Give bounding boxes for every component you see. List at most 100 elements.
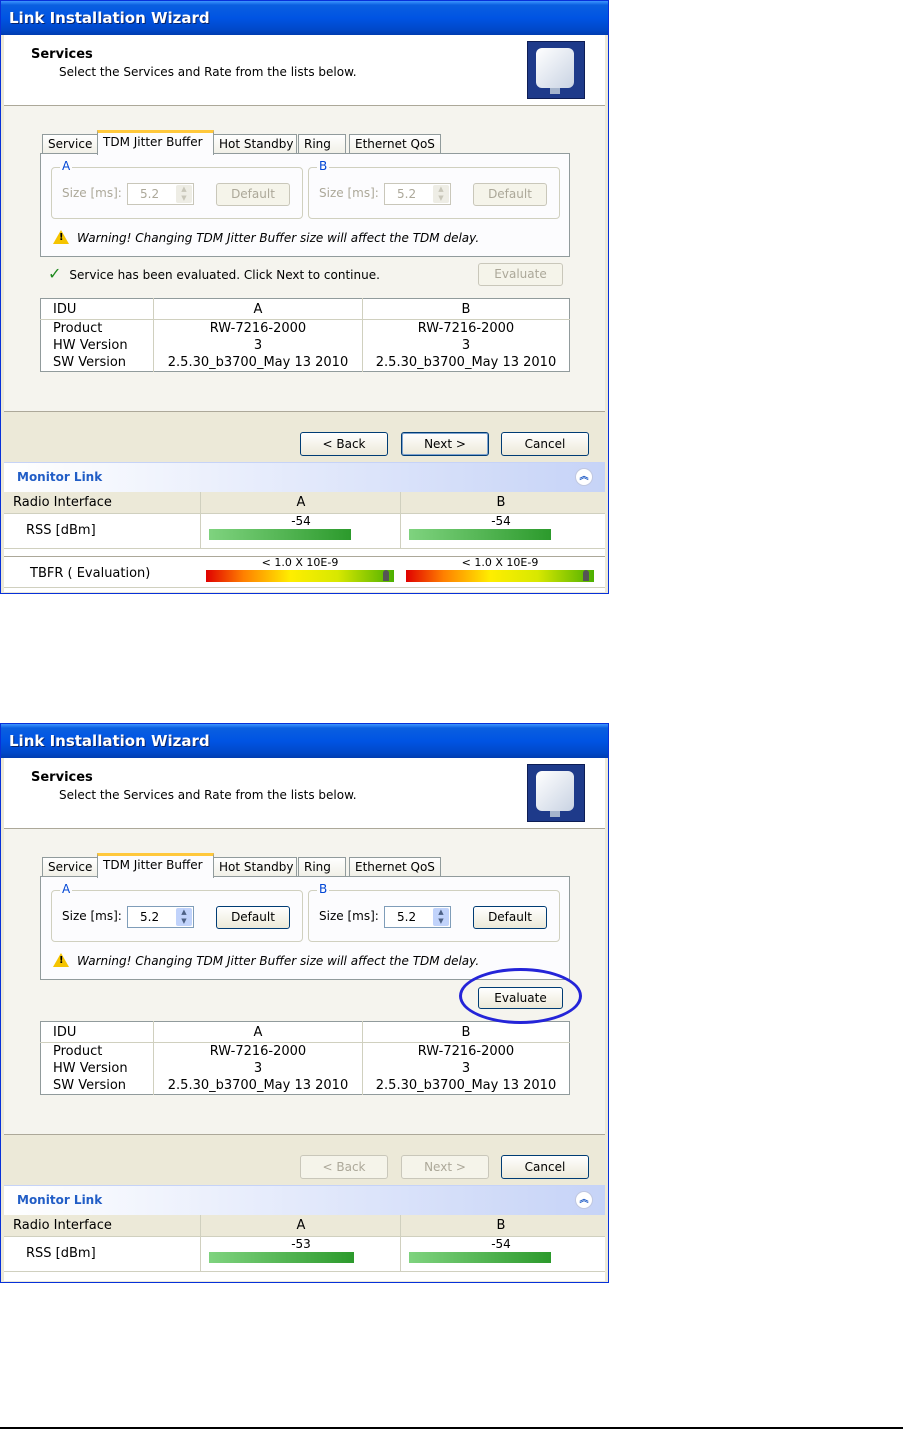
- monitor-header: B: [400, 492, 601, 513]
- next-button[interactable]: Next >: [401, 432, 489, 456]
- size-label-b: Size [ms]:: [319, 909, 379, 923]
- monitor-header: Radio Interface: [13, 1218, 112, 1233]
- monitor-header: A: [200, 492, 401, 513]
- size-value-a: 5.2: [140, 910, 160, 924]
- group-a-label: A: [60, 882, 73, 896]
- default-button-a[interactable]: Default: [216, 183, 290, 206]
- tab-ethernet-qos[interactable]: Ethernet QoS: [349, 857, 441, 877]
- monitor-link-title: Monitor Link: [17, 1193, 103, 1207]
- table-header: IDU: [40, 1021, 154, 1043]
- next-button[interactable]: Next >: [401, 1155, 489, 1179]
- title-bar[interactable]: Link Installation Wizard: [1, 1, 608, 35]
- group-b: B Size [ms]: 5.2 ▲ ▼ Default: [308, 159, 560, 219]
- back-button[interactable]: < Back: [300, 432, 388, 456]
- warning-message: ! Warning! Changing TDM Jitter Buffer siz…: [53, 953, 479, 968]
- tdm-jitter-panel: A Size [ms]: 5.2 ▲ ▼ Default B Size [ms]: …: [40, 876, 570, 980]
- table-row: SW Version 2.5.30_b3700_May 13 2010 2.5.…: [41, 1077, 570, 1095]
- tbfr-bar-a: [206, 570, 394, 582]
- warning-text: Warning! Changing TDM Jitter Buffer size…: [77, 954, 480, 968]
- size-spinner-b[interactable]: 5.2 ▲ ▼: [384, 906, 451, 928]
- spinner-arrows-icon[interactable]: ▲ ▼: [433, 908, 449, 926]
- header-subtitle: Select the Services and Rate from the li…: [59, 788, 357, 802]
- size-label-a: Size [ms]:: [62, 909, 122, 923]
- rss-bar-b: [409, 1252, 551, 1263]
- default-button-b[interactable]: Default: [473, 183, 547, 206]
- warning-text: Warning! Changing TDM Jitter Buffer size…: [77, 231, 480, 245]
- table-cell: 2.5.30_b3700_May 13 2010: [153, 354, 363, 372]
- monitor-table: Radio Interface A B RSS [dBm] -53 -54: [4, 1215, 605, 1281]
- window-title: Link Installation Wizard: [9, 9, 210, 27]
- back-button[interactable]: < Back: [300, 1155, 388, 1179]
- warning-icon: !: [53, 230, 69, 244]
- wizard-header: Services Select the Services and Rate fr…: [4, 35, 605, 106]
- tab-tdm-jitter-buffer[interactable]: TDM Jitter Buffer: [97, 853, 214, 878]
- rss-row: RSS [dBm] -54 -54: [4, 514, 605, 549]
- size-spinner-a[interactable]: 5.2 ▲ ▼: [127, 906, 194, 928]
- monitor-header: B: [400, 1215, 601, 1236]
- table-cell: 3: [153, 337, 363, 354]
- monitor-link-title: Monitor Link: [17, 470, 103, 484]
- table-header: A: [153, 1021, 363, 1043]
- collapse-icon[interactable]: ︽: [575, 468, 593, 486]
- cancel-button[interactable]: Cancel: [501, 1155, 589, 1179]
- table-header: B: [362, 1021, 570, 1043]
- table-cell: 3: [362, 1060, 570, 1077]
- table-row: SW Version 2.5.30_b3700_May 13 2010 2.5.…: [41, 354, 570, 372]
- rss-label: RSS [dBm]: [26, 1246, 96, 1261]
- window-title: Link Installation Wizard: [9, 732, 210, 750]
- tab-service[interactable]: Service: [42, 857, 98, 877]
- table-cell: 3: [153, 1060, 363, 1077]
- collapse-icon[interactable]: ︽: [575, 1191, 593, 1209]
- tbfr-row: TBFR ( Evaluation) < 1.0 X 10E-9 < 1.0 X…: [4, 556, 605, 588]
- tab-ring[interactable]: Ring: [298, 134, 346, 154]
- table-cell: SW Version: [53, 355, 127, 370]
- table-row: HW Version 3 3: [41, 337, 570, 354]
- evaluate-highlight-circle: [459, 968, 582, 1024]
- tbfr-value-b: < 1.0 X 10E-9: [461, 556, 539, 569]
- header-title: Services: [31, 770, 93, 785]
- tbfr-bar-b: [406, 570, 594, 582]
- title-bar[interactable]: Link Installation Wizard: [1, 724, 608, 758]
- monitor-header: A: [200, 1215, 401, 1236]
- wizard-navigation: < Back Next > Cancel: [4, 1135, 605, 1185]
- table-cell: RW-7216-2000: [362, 319, 570, 337]
- table-cell: RW-7216-2000: [153, 1042, 363, 1060]
- size-spinner-a[interactable]: 5.2 ▲ ▼: [127, 183, 194, 205]
- monitor-link-bar[interactable]: Monitor Link ︽: [4, 462, 605, 493]
- table-row: Product RW-7216-2000 RW-7216-2000: [41, 319, 570, 337]
- tbfr-label: TBFR ( Evaluation): [30, 566, 151, 581]
- tab-tdm-jitter-buffer[interactable]: TDM Jitter Buffer: [97, 130, 214, 155]
- tab-hot-standby[interactable]: Hot Standby: [213, 857, 297, 877]
- cancel-button[interactable]: Cancel: [501, 432, 589, 456]
- size-spinner-b[interactable]: 5.2 ▲ ▼: [384, 183, 451, 205]
- spinner-arrows-icon[interactable]: ▲ ▼: [176, 185, 192, 203]
- tab-hot-standby[interactable]: Hot Standby: [213, 134, 297, 154]
- tab-ethernet-qos[interactable]: Ethernet QoS: [349, 134, 441, 154]
- size-label-b: Size [ms]:: [319, 186, 379, 200]
- rss-cell-b: -54: [400, 1237, 601, 1271]
- table-cell: SW Version: [53, 1078, 127, 1093]
- table-cell: RW-7216-2000: [153, 319, 363, 337]
- warning-icon: !: [53, 953, 69, 967]
- spinner-arrows-icon[interactable]: ▲ ▼: [176, 908, 192, 926]
- table-cell: 2.5.30_b3700_May 13 2010: [153, 1077, 363, 1095]
- tbfr-cell-b: < 1.0 X 10E-9: [400, 556, 600, 587]
- group-b-label: B: [317, 159, 330, 173]
- table-row: Product RW-7216-2000 RW-7216-2000: [41, 1042, 570, 1060]
- table-cell: HW Version: [53, 338, 128, 353]
- default-button-a[interactable]: Default: [216, 906, 290, 929]
- services-body: Service TDM Jitter Buffer Hot Standby Ri…: [4, 106, 605, 411]
- rss-label: RSS [dBm]: [26, 523, 96, 538]
- evaluate-button[interactable]: Evaluate: [478, 263, 563, 286]
- group-a: A Size [ms]: 5.2 ▲ ▼ Default: [51, 882, 303, 942]
- size-value-b: 5.2: [397, 910, 417, 924]
- default-button-b[interactable]: Default: [473, 906, 547, 929]
- tab-service[interactable]: Service: [42, 134, 98, 154]
- monitor-link-bar[interactable]: Monitor Link ︽: [4, 1185, 605, 1216]
- table-cell: HW Version: [53, 1061, 128, 1076]
- rss-value-b: -54: [491, 514, 511, 528]
- tab-ring[interactable]: Ring: [298, 857, 346, 877]
- spinner-arrows-icon[interactable]: ▲ ▼: [433, 185, 449, 203]
- size-value-a: 5.2: [140, 187, 160, 201]
- table-cell: 2.5.30_b3700_May 13 2010: [362, 1077, 570, 1095]
